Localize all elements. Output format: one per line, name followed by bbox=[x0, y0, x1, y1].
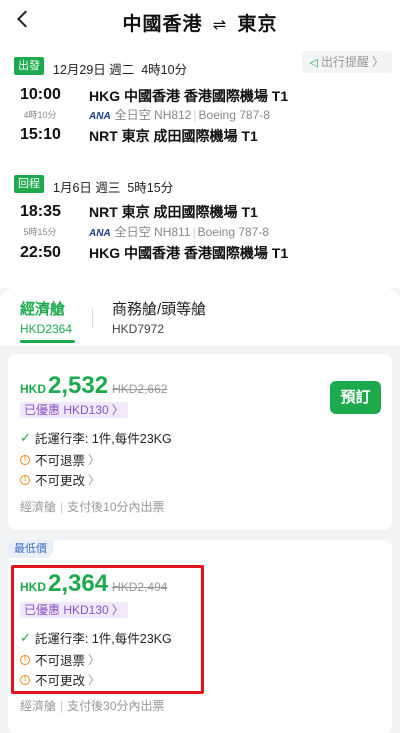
inbound-flight: 回程 1月6日 週三 5時15分 18:35 5時15分 22:50 NRT 東… bbox=[0, 166, 400, 288]
outbound-dep-airport: HKG 中國香港 香港國際機場 T1 bbox=[89, 88, 289, 104]
active-tab-indicator bbox=[20, 340, 75, 343]
fare-card[interactable]: HKD 2,532 HKD2,662 已優惠 HKD130 〉 ✓ 託運行李: 1件… bbox=[8, 354, 392, 530]
divider: | bbox=[60, 500, 64, 514]
change-row[interactable]: ! 不可更改〉 bbox=[20, 470, 100, 489]
chevron-right-icon: 〉 bbox=[88, 473, 101, 487]
fare-footer: 經濟艙 | 支付後10分內出票 bbox=[20, 498, 165, 515]
outbound-carrier: ANA 全日空 NH812 | Boeing 787-8 bbox=[89, 106, 270, 123]
check-icon: ✓ bbox=[20, 429, 31, 445]
inbound-arr-time: 22:50 bbox=[20, 244, 61, 261]
inbound-arr-airport: HKG 中國香港 香港國際機場 T1 bbox=[89, 245, 289, 261]
price-value: 2,532 bbox=[48, 372, 109, 399]
ticketing-time: 支付後30分內出票 bbox=[67, 699, 165, 713]
tab-business-price: HKD7972 bbox=[112, 322, 165, 336]
original-price: HKD2,662 bbox=[112, 382, 168, 396]
outbound-dep-time: 10:00 bbox=[20, 86, 61, 103]
inbound-dep-time: 18:35 bbox=[20, 203, 61, 220]
aircraft-type: Boeing 787-8 bbox=[198, 108, 270, 122]
baggage-label: 託運行李: 1件,每件23KG bbox=[34, 432, 172, 446]
aircraft-type: Boeing 787-8 bbox=[197, 225, 270, 239]
ana-logo-icon: ANA bbox=[89, 111, 111, 122]
speaker-icon: ◁ bbox=[309, 57, 318, 69]
fare-footer: 經濟艙 | 支付後30分內出票 bbox=[20, 697, 165, 714]
currency: HKD bbox=[20, 382, 46, 396]
refund-label: 不可退票 bbox=[35, 454, 86, 468]
divider: | bbox=[192, 225, 196, 239]
warning-icon: ! bbox=[20, 454, 30, 465]
outbound-duration: 4時10分 bbox=[141, 63, 188, 77]
fare-price: HKD 2,532 HKD2,662 bbox=[20, 372, 167, 400]
baggage-row: ✓ 託運行李: 1件,每件23KG bbox=[20, 428, 172, 447]
ticketing-time: 支付後10分內出票 bbox=[67, 500, 165, 514]
outbound-flight: 出發 12月29日 週二 4時10分 ◁ 出行提醒〉 10:00 4時10分 15… bbox=[0, 44, 400, 166]
chevron-right-icon: 〉 bbox=[371, 55, 384, 69]
divider: | bbox=[60, 699, 64, 713]
round-trip-arrow-icon: ⇌ bbox=[212, 17, 228, 34]
inbound-tag: 回程 bbox=[14, 175, 44, 193]
tab-divider bbox=[92, 308, 93, 328]
chevron-right-icon: 〉 bbox=[111, 403, 124, 417]
outbound-arr-airport: NRT 東京 成田國際機場 T1 bbox=[89, 128, 258, 144]
discount-badge[interactable]: 已優惠 HKD130 〉 bbox=[20, 402, 128, 418]
ana-logo-icon: ANA bbox=[89, 228, 111, 239]
change-label: 不可更改 bbox=[35, 474, 86, 488]
cabin-class: 經濟艙 bbox=[20, 500, 57, 514]
inbound-date: 1月6日 週三 bbox=[53, 181, 121, 195]
outbound-arr-time: 15:10 bbox=[20, 126, 61, 143]
cabin-class: 經濟艙 bbox=[20, 699, 57, 713]
divider: | bbox=[193, 108, 197, 122]
inbound-carrier: ANA 全日空 NH811 | Boeing 787-8 bbox=[89, 223, 269, 240]
tab-business-label: 商務艙/頭等艙 bbox=[112, 301, 207, 318]
flight-number: NH811 bbox=[154, 225, 191, 239]
flight-number: NH812 bbox=[154, 108, 192, 122]
lowest-price-badge: 最低價 bbox=[8, 540, 53, 558]
refund-row[interactable]: ! 不可退票〉 bbox=[20, 450, 100, 469]
travel-reminder-button[interactable]: ◁ 出行提醒〉 bbox=[301, 51, 392, 73]
outbound-flight-duration: 4時10分 bbox=[23, 110, 57, 120]
inbound-flight-duration: 5時15分 bbox=[23, 227, 57, 237]
tab-economy-price: HKD2364 bbox=[20, 322, 73, 336]
tab-business-first[interactable]: 商務艙/頭等艙 HKD7972 bbox=[112, 298, 206, 336]
outbound-date: 12月29日 週二 bbox=[53, 63, 135, 77]
discount-label: 已優惠 HKD130 bbox=[24, 403, 109, 417]
outbound-meta: 12月29日 週二 4時10分 bbox=[53, 59, 187, 78]
inbound-meta: 1月6日 週三 5時15分 bbox=[53, 177, 173, 196]
reminder-label: 出行提醒 bbox=[320, 55, 369, 69]
book-button[interactable]: 預訂 bbox=[330, 381, 381, 414]
tab-economy-label: 經濟艙 bbox=[20, 301, 66, 318]
warning-icon: ! bbox=[20, 474, 30, 485]
destination-city: 東京 bbox=[237, 14, 278, 35]
page-title: 中國香港 ⇌ 東京 bbox=[0, 9, 400, 36]
highlight-box bbox=[11, 565, 204, 694]
outbound-tag: 出發 bbox=[14, 57, 44, 75]
cabin-tabs: 經濟艙 HKD2364 商務艙/頭等艙 HKD7972 bbox=[0, 288, 400, 346]
chevron-right-icon: 〉 bbox=[88, 453, 101, 467]
tab-economy[interactable]: 經濟艙 HKD2364 bbox=[20, 298, 72, 336]
inbound-dep-airport: NRT 東京 成田國際機場 T1 bbox=[89, 204, 258, 220]
airline-name: 全日空 bbox=[114, 225, 151, 239]
header-bar: 中國香港 ⇌ 東京 bbox=[0, 0, 400, 44]
airline-name: 全日空 bbox=[114, 108, 151, 122]
origin-city: 中國香港 bbox=[122, 14, 203, 35]
inbound-duration: 5時15分 bbox=[127, 181, 174, 195]
